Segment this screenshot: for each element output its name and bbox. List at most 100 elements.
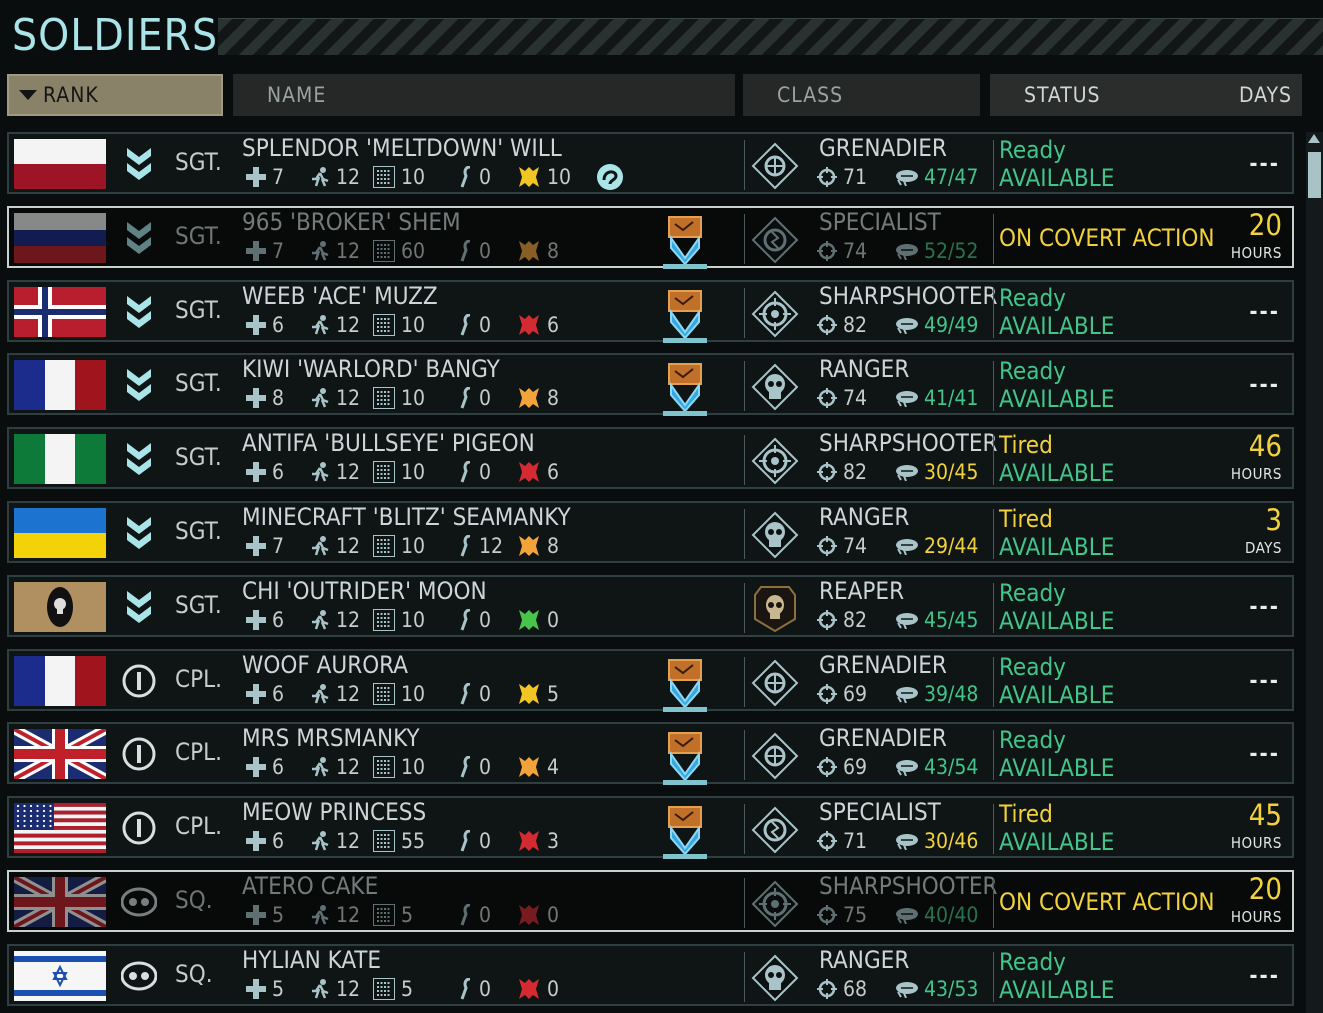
hacking-value: 60 [401, 238, 426, 263]
rank-icon [121, 734, 157, 774]
will-value: 43/53 [924, 976, 979, 1001]
divider [993, 951, 994, 1002]
will-value: 29/44 [924, 534, 979, 558]
aim-crosshair-icon [817, 388, 837, 409]
will-brain-icon [896, 981, 918, 998]
stat-bond: 6 [517, 460, 559, 484]
promotion-badge[interactable] [661, 289, 711, 344]
bond-value: 8 [547, 386, 560, 411]
stat-health: 7 [246, 165, 284, 189]
soldier-name: MEOW PRINCESS [242, 798, 427, 827]
column-header-days-label[interactable]: DAYS [1239, 83, 1292, 107]
hacking-binary-icon [373, 461, 395, 484]
soldier-row[interactable]: SGT. WEEB 'ACE' MUZZ 6 12 10 0 6 SHARPSHOOTER 82… [7, 279, 1294, 344]
soldier-row[interactable]: SGT. KIWI 'WARLORD' BANGY 8 12 10 0 8 RANGER 74 4… [7, 353, 1294, 417]
stat-psi: 0 [459, 239, 491, 263]
psi-value: 0 [479, 903, 492, 927]
hacking-binary-icon [373, 166, 395, 188]
status-availability: AVAILABLE [999, 606, 1115, 635]
scrollbar-track[interactable] [1306, 132, 1323, 1013]
divider [993, 509, 994, 559]
psi-wand-icon [460, 239, 471, 262]
divider [993, 656, 994, 707]
will-brain-icon [896, 908, 918, 924]
bond-icon [519, 905, 539, 925]
column-header-name[interactable]: NAME [233, 74, 735, 116]
squaddie-dots-icon [120, 887, 158, 917]
sergeant-chevron-icon [127, 295, 151, 328]
mobility-runner-icon [312, 831, 329, 851]
soldier-row[interactable]: SQ. ATERO CAKE 5 12 5 0 0 SHARPSHOOTER 75 40/40 ON… [7, 870, 1294, 932]
sergeant-chevron-icon [127, 369, 151, 402]
column-header-status[interactable]: STATUS DAYS [990, 74, 1302, 116]
soldier-row[interactable]: CPL. WOOF AURORA 6 12 10 0 5 GRENADIER 69 39/48 Re… [7, 648, 1294, 713]
sharpshooter-icon [751, 290, 799, 338]
country-flag [14, 803, 106, 854]
grenadier-icon [751, 732, 799, 780]
status-condition: Tired [999, 505, 1053, 533]
health-value: 5 [272, 903, 285, 927]
soldier-row[interactable]: SGT. SPLENDOR 'MELTDOWN' WILL 7 12 10 0 10 GREN… [7, 132, 1294, 194]
class-icon [751, 880, 799, 928]
soldier-row[interactable]: SQ. HYLIAN KATE 5 12 5 0 0 RANGER 68 43/53 Ready AV… [7, 943, 1294, 1006]
status-condition: Ready [999, 136, 1066, 164]
column-header-class[interactable]: CLASS [743, 74, 980, 116]
column-header-rank[interactable]: RANK [7, 74, 223, 116]
scrollbar-thumb[interactable] [1308, 152, 1321, 198]
hacking-binary-icon [373, 239, 395, 262]
soldier-name: HYLIAN KATE [242, 945, 382, 974]
mobility-runner-icon [312, 757, 329, 777]
psi-value: 0 [479, 460, 492, 485]
class-name: GRENADIER [819, 650, 947, 679]
rank-label: SGT. [175, 148, 222, 176]
stat-mobility: 12 [310, 977, 360, 1001]
promotion-badge[interactable] [661, 363, 711, 417]
soldier-row[interactable]: CPL. MEOW PRINCESS 6 12 55 0 3 SPECIALIST 71 30/4… [7, 796, 1294, 860]
promotion-chevron-icon [663, 806, 707, 860]
health-cross-icon [246, 536, 266, 556]
class-icon [751, 954, 799, 1002]
class-name: SPECIALIST [819, 207, 941, 236]
soldier-row[interactable]: SGT. CHI 'OUTRIDER' MOON 6 12 10 0 0 REAPER 82 45… [7, 574, 1294, 637]
stat-mobility: 12 [310, 903, 360, 927]
scroll-up-arrow-icon[interactable] [1308, 134, 1320, 143]
promotion-badge[interactable] [661, 732, 711, 786]
rank-label: SQ. [175, 959, 213, 988]
corporal-bar-icon [122, 737, 156, 771]
aim-crosshair-icon [817, 978, 837, 999]
flag-ukraine-icon [14, 508, 106, 558]
status-condition: Ready [999, 283, 1066, 312]
hacking-value: 10 [401, 534, 426, 558]
promotion-badge[interactable] [661, 658, 711, 713]
health-value: 6 [272, 607, 285, 632]
soldier-row[interactable]: SGT. ANTIFA 'BULLSEYE' PIGEON 6 12 10 0 6 SHARP… [7, 427, 1294, 490]
hacking-binary-icon [373, 387, 395, 410]
will-value: 30/45 [924, 460, 979, 485]
stat-aim: 75 [817, 903, 867, 927]
promotion-badge[interactable] [661, 215, 711, 270]
specialist-icon [751, 806, 799, 854]
class-icon [751, 142, 799, 190]
mobility-runner-icon [312, 388, 329, 408]
country-flag [14, 729, 106, 780]
stat-bond: 4 [517, 755, 559, 779]
flag-russia-icon [14, 212, 106, 263]
soldier-row[interactable]: SGT. 965 'BROKER' SHEM 7 12 60 0 8 SPECIALIST 74… [7, 205, 1294, 270]
promotion-badge[interactable] [661, 806, 711, 860]
psi-value: 0 [479, 976, 492, 1001]
hacking-value: 5 [401, 903, 414, 927]
soldier-row[interactable]: CPL. MRS MRSMANKY 6 12 10 0 4 GRENADIER 69 43/54 R… [7, 722, 1294, 786]
country-flag [14, 139, 106, 189]
will-brain-icon [896, 317, 918, 334]
mobility-value: 12 [336, 238, 361, 263]
grenadier-icon [751, 659, 799, 707]
stat-hacking: 10 [373, 755, 425, 779]
bond-value: 8 [547, 238, 560, 263]
ability-badge[interactable] [595, 162, 631, 192]
psi-value: 0 [479, 386, 492, 411]
stat-hacking: 55 [373, 829, 425, 853]
hacking-value: 10 [401, 755, 426, 780]
divider [744, 509, 745, 559]
soldier-row[interactable]: SGT. MINECRAFT 'BLITZ' SEAMANKY 7 12 10 12 8 RA… [7, 501, 1294, 563]
divider [744, 582, 745, 633]
